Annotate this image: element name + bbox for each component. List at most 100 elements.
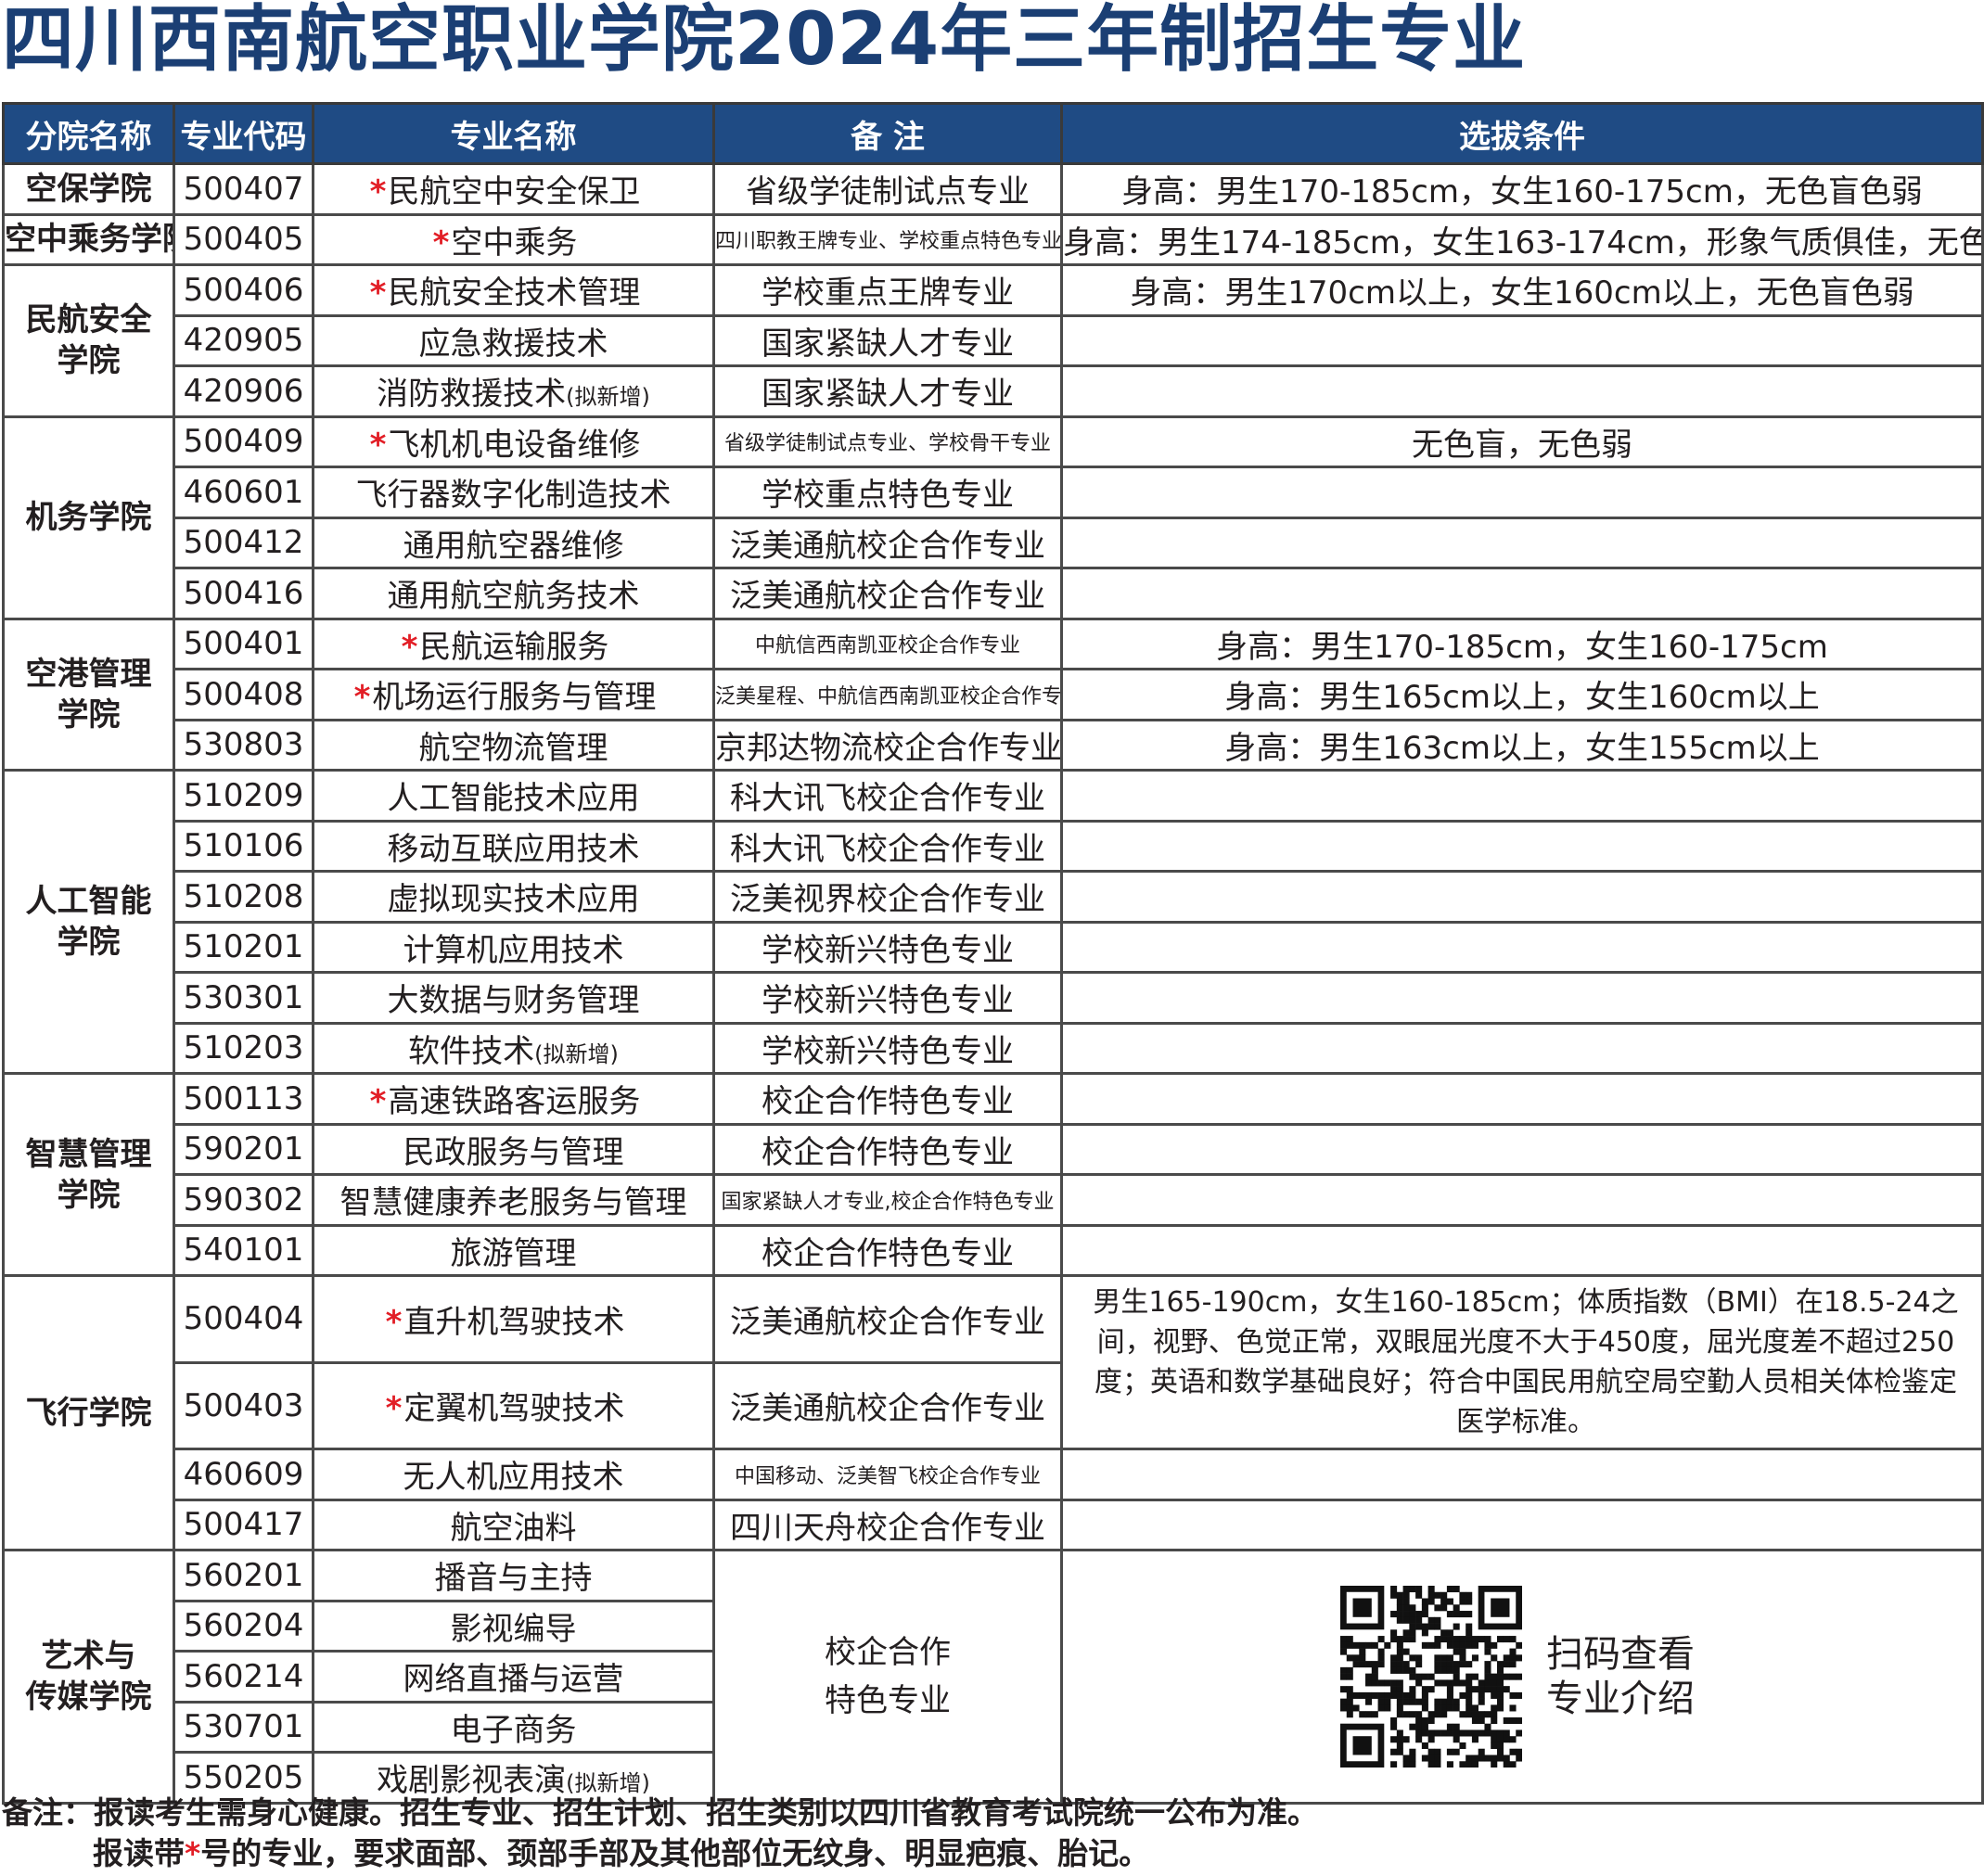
note-line: 校企合作 [825,1633,951,1671]
note-cell: 学校新兴特色专业 [712,1021,1063,1075]
major-name: 虚拟现实技术应用 [387,881,640,919]
college-name-line: 智慧管理 [25,1135,152,1173]
major-code: 460609 [173,1448,314,1501]
table-row: 460609 无人机应用技术 中国移动、泛美智飞校企合作专业 [4,1448,1984,1501]
major-code: 500416 [173,567,314,620]
table-row: 机务学院 500409 *飞机机电设备维修 省级学徒制试点专业、学校骨干专业 无色盲，无… [2,415,1984,620]
college-name-line: 空港管理 [25,655,152,693]
table-row: 510201 计算机应用技术 学校新兴特色专业 [4,920,1984,974]
table-row: 500417 航空油料 四川天舟校企合作专业 [4,1498,1984,1551]
qr-caption-line: 专业介绍 [1546,1677,1695,1720]
requirement-cell [1060,313,1984,367]
table-row: 530301 大数据与财务管理 学校新兴特色专业 [4,971,1984,1025]
requirement-cell: 身高：男生163cm以上，女生155cm以上 [1060,718,1984,772]
table-row: 飞行学院 500404 *直升机驾驶技术 泛美通航校企合作专业 男生165-190cm，… [2,1274,1984,1551]
major-code: 560201 [173,1549,314,1602]
header-requirements: 选拔条件 [1060,102,1984,165]
college-name-line: 学院 [57,696,121,734]
major-tag: (拟新增) [534,1040,619,1067]
table-row: 510106 移动互联应用技术 科大讯飞校企合作专业 [4,819,1984,873]
qr-code-icon[interactable] [1340,1585,1523,1768]
requirement-cell [1060,870,1984,924]
table-row: 460601 飞行器数字化制造技术 学校重点特色专业 [4,466,1984,519]
table-body: 空保学院 500407 *民航空中安全保卫 省级学徒制试点专业 身高：男生170-185… [2,162,1984,1805]
college-name-line: 传媒学院 [25,1678,152,1716]
major-name-cell: *飞机机电设备维修 [312,415,715,468]
requirement-cell [1060,1173,1984,1227]
requirement-cell: 无色盲，无色弱 [1060,415,1984,468]
note-cell: 校企合作特色专业 [712,1072,1063,1126]
major-name: 飞机机电设备维修 [388,426,641,464]
requirement-cell [1060,819,1984,873]
major-name-cell: 影视编导 [312,1599,715,1653]
requirement-cell: 身高：男生174-185cm，女生163-174cm，形象气质俱佳，无色盲色弱 [1060,212,1984,266]
major-name-cell: 民政服务与管理 [312,1122,715,1176]
major-name: 人工智能技术应用 [387,780,640,818]
major-code: 500401 [173,617,314,670]
note-cell: 国家紧缺人才专业,校企合作特色专业 [712,1173,1063,1227]
footer-star-mark: * [185,1835,201,1871]
major-code: 510203 [173,1021,314,1075]
note-cell: 泛美通航校企合作专业 [712,516,1063,569]
college-name-line: 学院 [57,924,121,961]
major-code: 500405 [173,212,314,266]
major-code: 510208 [173,870,314,924]
major-name: 网络直播与运营 [403,1661,624,1699]
note-cell: 校企合作特色专业 [712,1549,1063,1805]
qr-caption-line: 扫码查看 [1546,1632,1695,1676]
major-name: 飞行器数字化制造技术 [355,477,672,515]
major-name: 民航安全技术管理 [388,274,641,313]
major-name: 通用航空器维修 [403,527,624,565]
major-code: 500407 [173,162,314,216]
major-code: 530803 [173,718,314,772]
requirement-cell [1060,516,1984,569]
page-title: 四川西南航空职业学院2024年三年制招生专业 [2,0,1527,82]
major-name: 播音与主持 [434,1560,593,1598]
footer-line-2-post: 号的专业，要求面部、颈部手部及其他部位无纹身、明显疤痕、胎记。 [200,1835,1150,1871]
table-row: 420905 应急救援技术 国家紧缺人才专业 [4,313,1984,367]
required-star: * [353,679,371,717]
table-row: 540101 旅游管理 校企合作特色专业 [4,1223,1984,1277]
college-cell: 民航安全 学院 [2,263,175,418]
table-row: 420906 消防救援技术(拟新增) 国家紧缺人才专业 [4,364,1984,418]
major-name: 民航运输服务 [419,628,609,666]
requirement-cell [1060,1448,1984,1501]
requirement-cell: 身高：男生170cm以上，女生160cm以上，无色盲色弱 [1060,263,1984,317]
table-row: 590302 智慧健康养老服务与管理 国家紧缺人才专业,校企合作特色专业 [4,1173,1984,1227]
requirement-cell [1060,920,1984,974]
major-name-cell: 应急救援技术 [312,313,715,367]
note-cell: 四川天舟校企合作专业 [712,1498,1063,1551]
major-code: 510201 [173,920,314,974]
major-name: 机场运行服务与管理 [372,679,657,717]
major-name: 智慧健康养老服务与管理 [339,1184,687,1222]
table-row: 空保学院 500407 *民航空中安全保卫 省级学徒制试点专业 身高：男生170-185… [2,162,1984,216]
note-cell: 中航信西南凯亚校企合作专业 [712,617,1063,670]
college-cell: 空保学院 [2,162,175,216]
table-row: 500412 通用航空器维修 泛美通航校企合作专业 [4,516,1984,569]
table-row: 590201 民政服务与管理 校企合作特色专业 [4,1122,1984,1176]
header-college: 分院名称 [2,102,175,165]
major-name: 无人机应用技术 [403,1459,624,1497]
requirement-cell [1060,971,1984,1025]
major-code: 500409 [173,415,314,468]
major-name-cell: *直升机驾驶技术 [312,1274,715,1364]
major-name-cell: *定翼机驾驶技术 [312,1360,715,1450]
footer-notes: 备注：报读考生需身心健康。招生专业、招生计划、招生类别以四川省教育考试院统一公布… [2,1793,1318,1874]
required-star: * [385,1390,403,1428]
required-star: * [369,426,387,464]
major-name: 航空物流管理 [418,729,608,767]
requirement-cell [1060,364,1984,418]
note-cell: 学校重点王牌专业 [712,263,1063,317]
table-row: 510208 虚拟现实技术应用 泛美视界校企合作专业 [4,870,1984,924]
major-code: 500113 [173,1072,314,1126]
major-name-cell: 软件技术(拟新增) [312,1021,715,1075]
major-code: 510106 [173,819,314,873]
required-star: * [385,1303,403,1341]
note-cell: 科大讯飞校企合作专业 [712,769,1063,823]
major-code: 500412 [173,516,314,569]
college-name-line: 学院 [57,342,121,380]
qr-cell: 扫码查看 专业介绍 [1060,1549,1984,1805]
table-row: 民航安全 学院 500406 *民航安全技术管理 学校重点王牌专业 身高：男生170cm以… [2,263,1984,418]
note-cell: 国家紧缺人才专业 [712,364,1063,418]
major-name-cell: 移动互联应用技术 [312,819,715,873]
